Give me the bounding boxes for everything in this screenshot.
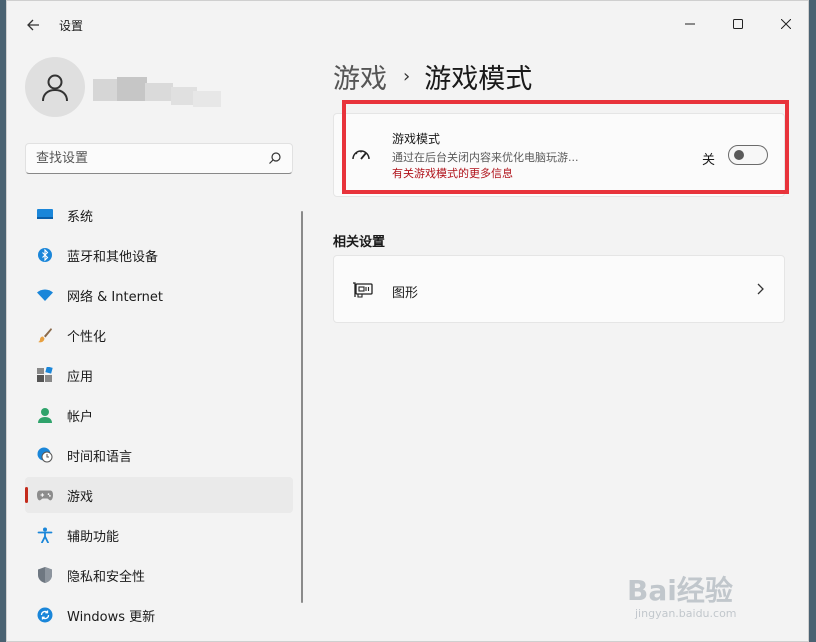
accessibility-icon [37,527,53,543]
graphics-label: 图形 [392,286,419,301]
gamepad-icon [37,487,53,503]
sidebar-item-privacy[interactable]: 隐私和安全性 [25,557,293,593]
blurred-username [93,73,223,111]
sidebar-item-label: 游戏 [67,489,94,505]
annotation-highlight-box [342,100,789,194]
baidu-watermark: Bai经验 jingyan.baidu.com [627,567,787,633]
sidebar-item-network[interactable]: 网络 & Internet [25,277,293,313]
brush-icon [37,327,53,343]
maximize-icon [733,19,743,29]
sidebar-nav: 系统 蓝牙和其他设备 网络 & Internet 个性化 应用 帐户 时间和语言… [25,197,293,637]
sidebar-item-label: 系统 [67,209,94,225]
sidebar-item-label: 隐私和安全性 [67,569,146,585]
graphics-card-icon [353,282,373,298]
back-button[interactable] [21,13,45,37]
sidebar-item-label: 个性化 [67,329,107,345]
sidebar-item-windows-update[interactable]: Windows 更新 [25,597,293,633]
sidebar-item-apps[interactable]: 应用 [25,357,293,393]
watermark-sub: jingyan.baidu.com [635,607,737,620]
sidebar-item-accessibility[interactable]: 辅助功能 [25,517,293,553]
sidebar-item-accounts[interactable]: 帐户 [25,397,293,433]
globe-clock-icon [37,447,53,463]
account-icon [37,407,53,423]
person-icon [42,74,68,102]
arrow-left-icon [27,19,39,31]
sidebar-item-label: Windows 更新 [67,609,156,625]
breadcrumb: 游戏 › 游戏模式 [333,57,532,96]
sidebar-item-label: 辅助功能 [67,529,120,545]
close-button[interactable] [763,7,808,41]
update-icon [37,607,53,623]
sidebar-scrollbar[interactable] [301,211,303,603]
graphics-card[interactable]: 图形 [333,255,785,323]
search-box[interactable] [25,143,293,174]
breadcrumb-separator: › [403,66,411,87]
sidebar-item-gaming[interactable]: 游戏 [25,477,293,513]
search-icon[interactable] [268,151,282,165]
breadcrumb-parent[interactable]: 游戏 [333,57,387,96]
search-input[interactable] [26,144,261,173]
sidebar-item-personalization[interactable]: 个性化 [25,317,293,353]
related-settings-heading: 相关设置 [333,235,386,250]
sidebar-item-label: 网络 & Internet [67,289,164,305]
sidebar-item-label: 帐户 [67,409,94,425]
shield-icon [37,567,53,583]
avatar[interactable] [25,57,85,117]
settings-window: 设置 系统 [6,0,809,642]
minimize-button[interactable] [667,7,713,41]
sidebar-item-label: 蓝牙和其他设备 [67,249,159,265]
app-title: 设置 [59,19,84,33]
watermark-main: Bai经验 [627,574,733,607]
sidebar-item-bluetooth[interactable]: 蓝牙和其他设备 [25,237,293,273]
minimize-icon [685,23,695,25]
apps-icon [37,367,53,383]
sidebar-item-label: 应用 [67,369,94,385]
active-indicator [25,487,28,503]
sidebar-item-system[interactable]: 系统 [25,197,293,233]
sidebar-item-time-language[interactable]: 时间和语言 [25,437,293,473]
maximize-button[interactable] [715,7,761,41]
close-icon [781,19,791,29]
chevron-right-icon [757,283,764,295]
sidebar-item-label: 时间和语言 [67,449,133,465]
title-bar: 设置 [7,1,808,49]
monitor-icon [37,207,53,223]
page-title: 游戏模式 [424,64,533,95]
bluetooth-icon [37,247,53,263]
wifi-icon [37,287,53,303]
